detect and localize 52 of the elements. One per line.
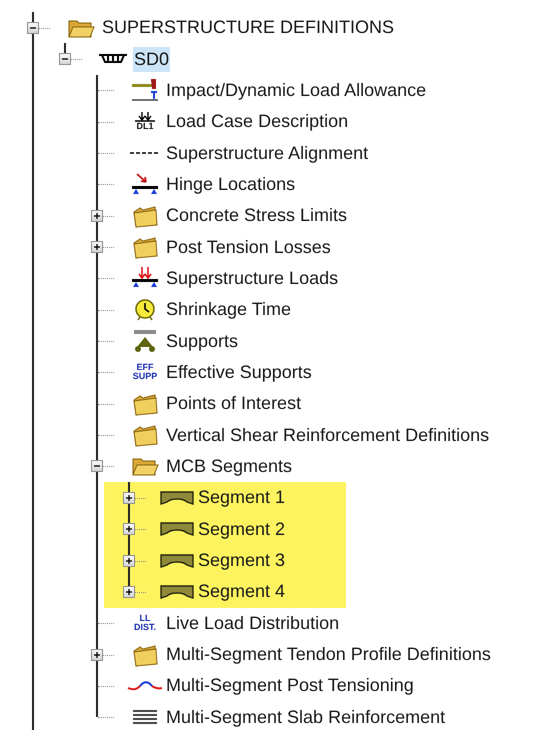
tree-item[interactable]: Multi-Segment Post Tensioning bbox=[165, 673, 415, 698]
tree-item[interactable]: Hinge Locations bbox=[165, 172, 296, 197]
tree-item[interactable]: Load Case Description bbox=[165, 109, 350, 134]
expand-icon[interactable] bbox=[123, 492, 135, 504]
tree-item[interactable]: Superstructure Loads bbox=[165, 266, 340, 291]
expand-icon[interactable] bbox=[91, 241, 103, 254]
tree-item[interactable]: Points of Interest bbox=[165, 391, 302, 416]
tree-item[interactable]: SUPERSTRUCTURE DEFINITIONS bbox=[101, 15, 396, 40]
tree-item[interactable]: Impact/Dynamic Load Allowance bbox=[165, 78, 428, 103]
folder-icon bbox=[131, 423, 159, 448]
tree-item[interactable]: Live Load Distribution bbox=[165, 610, 340, 636]
dashed-line-icon bbox=[130, 151, 160, 156]
expand-icon[interactable] bbox=[91, 210, 103, 222]
tree-item[interactable]: Segment 2 bbox=[197, 516, 286, 542]
segment-icon bbox=[160, 554, 194, 568]
wave-icon bbox=[127, 680, 163, 692]
tree-item[interactable]: Superstructure Alignment bbox=[165, 140, 370, 166]
tree-item[interactable]: Vertical Shear Reinforcement Definitions bbox=[165, 422, 490, 448]
expand-icon[interactable] bbox=[91, 648, 103, 661]
text-label-icon: LL DIST. bbox=[134, 614, 156, 632]
text-label-icon: EFF SUPP bbox=[132, 363, 158, 382]
expand-icon[interactable] bbox=[123, 554, 135, 567]
tree-item[interactable]: Effective Supports bbox=[165, 360, 313, 385]
expand-icon[interactable] bbox=[123, 523, 135, 536]
support-icon bbox=[132, 329, 158, 354]
expand-icon[interactable] bbox=[123, 586, 135, 598]
collapse-icon[interactable] bbox=[59, 53, 71, 66]
collapse-icon[interactable] bbox=[91, 460, 103, 472]
folder-icon bbox=[131, 392, 159, 416]
impact-icon bbox=[131, 78, 159, 102]
tree-item[interactable]: SD0 bbox=[133, 46, 170, 72]
tree-item[interactable]: Shrinkage Time bbox=[165, 297, 292, 322]
tree-item[interactable]: MCB Segments bbox=[165, 454, 294, 479]
tree-item[interactable]: Supports bbox=[165, 328, 240, 354]
collapse-icon[interactable] bbox=[27, 22, 39, 34]
segment-icon bbox=[160, 522, 194, 536]
folder-icon bbox=[131, 642, 159, 667]
folder-icon bbox=[131, 204, 159, 228]
lines-icon bbox=[132, 709, 158, 726]
tree-item[interactable]: Concrete Stress Limits bbox=[165, 203, 348, 228]
tree-item[interactable]: Segment 1 bbox=[197, 485, 286, 510]
tree-item[interactable]: Segment 3 bbox=[197, 548, 286, 574]
clock-icon bbox=[133, 298, 157, 322]
tree-item[interactable]: Multi-Segment Tendon Profile Definitions bbox=[165, 642, 492, 668]
segment-icon bbox=[160, 490, 194, 505]
tree-item[interactable]: Segment 4 bbox=[197, 579, 286, 604]
segment-icon bbox=[160, 584, 194, 599]
hinge-icon bbox=[131, 172, 159, 196]
folder-icon bbox=[131, 235, 159, 260]
tree-item[interactable]: Post Tension Losses bbox=[165, 234, 332, 260]
deck-section-icon bbox=[98, 54, 128, 64]
tree-item[interactable]: Multi-Segment Slab Reinforcement bbox=[165, 704, 446, 730]
